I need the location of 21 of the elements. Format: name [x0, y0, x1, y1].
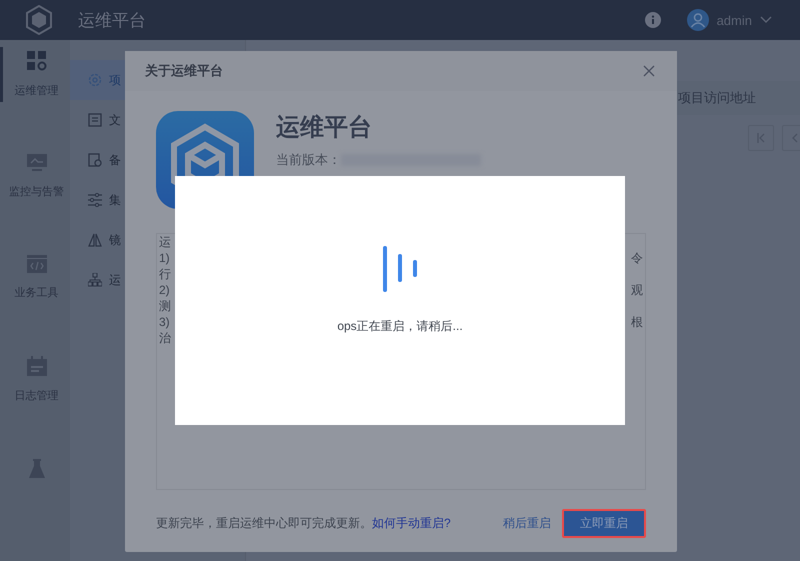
app-name: 运维平台: [276, 113, 373, 143]
dialog-title: 关于运维平台: [145, 62, 223, 80]
app-title: 运维平台: [78, 10, 146, 32]
notes-text: 运: [159, 234, 171, 250]
notes-text: 观: [631, 282, 643, 298]
notes-text: 令: [631, 250, 643, 266]
notes-text: 行: [159, 266, 171, 282]
notes-text: 测: [159, 298, 171, 314]
notes-text: 1): [159, 250, 170, 266]
menu-label: 备: [109, 152, 121, 168]
loading-message: ops正在重启，请稍后...: [337, 318, 463, 335]
notes-text: 2): [159, 282, 170, 298]
menu-label: 集: [109, 192, 121, 208]
menu-label: 运: [109, 272, 121, 288]
notes-text: 治: [159, 330, 171, 346]
version-label: 当前版本：: [276, 151, 341, 169]
menu-label: 镜: [109, 232, 121, 248]
notes-text: 3): [159, 314, 170, 330]
notes-text: 根: [631, 314, 643, 330]
menu-label: 文: [109, 112, 121, 128]
footer-text: 更新完毕，重启运维中心即可完成更新。如何手动重启?: [156, 515, 451, 532]
